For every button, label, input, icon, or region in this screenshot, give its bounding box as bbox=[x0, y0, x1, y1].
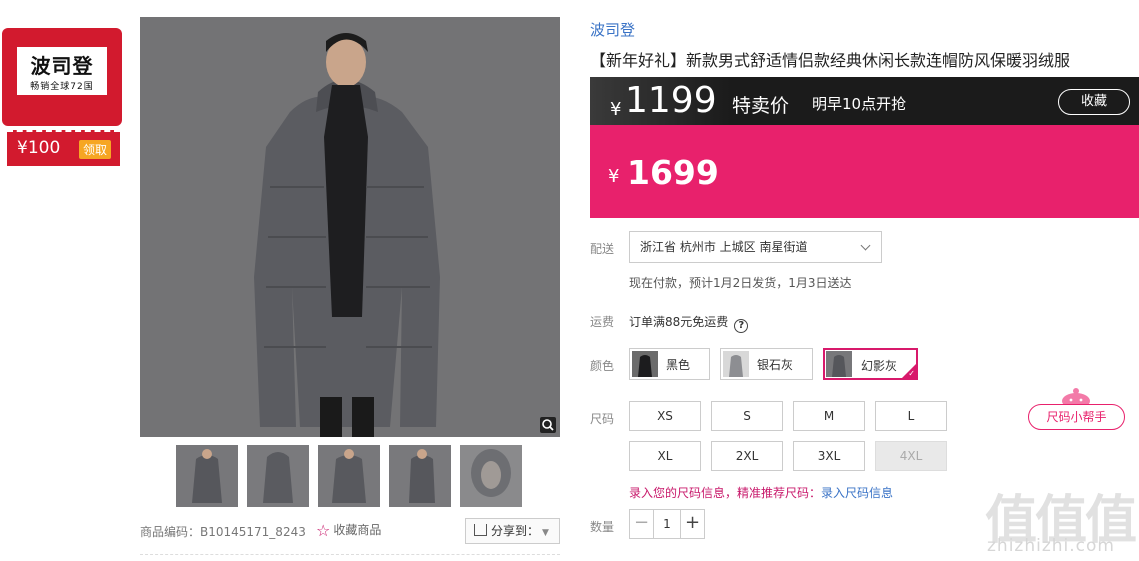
coupon-slogan: 畅销全球72国 bbox=[30, 82, 94, 92]
coupon-header: 波司登 畅销全球72国 bbox=[2, 28, 122, 126]
size-option-l[interactable]: L bbox=[875, 401, 947, 431]
product-title: 【新年好礼】新款男式舒适情侣款经典休闲长款连帽防风保暖羽绒服 bbox=[590, 51, 1071, 70]
chevron-down-icon bbox=[860, 240, 871, 251]
quantity-decrease-button[interactable]: − bbox=[630, 510, 654, 538]
size-option-4xl: 4XL bbox=[875, 441, 947, 471]
watermark: 值值值 zhizhizhi.com bbox=[985, 478, 1137, 558]
delivery-estimate: 现在付款，预计1月2日发货，1月3日送达 bbox=[629, 276, 852, 290]
price-currency: ¥ bbox=[608, 166, 620, 187]
delivery-label: 配送 bbox=[590, 242, 615, 256]
flash-currency: ¥ bbox=[610, 99, 622, 120]
size-hint: 录入您的尺码信息，精准推荐尺码：录入尺码信息 bbox=[629, 484, 893, 501]
size-option-xs[interactable]: XS bbox=[629, 401, 701, 431]
coupon-body: ¥100 领取 bbox=[7, 130, 120, 166]
quantity-label: 数量 bbox=[590, 520, 615, 534]
color-name: 黑色 bbox=[666, 358, 691, 372]
flash-price-label: 特卖价 bbox=[732, 95, 790, 117]
zoom-icon[interactable] bbox=[540, 417, 556, 433]
help-icon[interactable]: ? bbox=[734, 319, 749, 333]
freight-note: 订单满88元免运费 bbox=[629, 315, 729, 329]
size-helper-button[interactable]: 尺码小帮手 bbox=[1028, 404, 1125, 430]
color-name: 幻影灰 bbox=[861, 359, 898, 373]
main-product-image[interactable] bbox=[140, 17, 560, 437]
thumbnail-2[interactable] bbox=[247, 445, 309, 507]
claim-coupon-button[interactable]: 领取 bbox=[79, 140, 112, 159]
delivery-address: 浙江省 杭州市 上城区 南星街道 bbox=[640, 240, 808, 254]
product-photo bbox=[140, 17, 560, 437]
divider bbox=[140, 554, 560, 555]
color-name: 银石灰 bbox=[757, 358, 794, 372]
share-button[interactable]: 分享到： ▼ bbox=[465, 518, 560, 544]
coupon-brand-name: 波司登 bbox=[30, 54, 94, 78]
flash-start-time: 明早10点开抢 bbox=[812, 95, 907, 113]
size-option-2xl[interactable]: 2XL bbox=[711, 441, 783, 471]
size-option-m[interactable]: M bbox=[793, 401, 865, 431]
size-label: 尺码 bbox=[590, 412, 615, 426]
brand-link[interactable]: 波司登 bbox=[590, 19, 635, 40]
size-option-s[interactable]: S bbox=[711, 401, 783, 431]
freight-label: 运费 bbox=[590, 315, 615, 329]
size-option-xl[interactable]: XL bbox=[629, 441, 701, 471]
brand-coupon[interactable]: 波司登 畅销全球72国 ¥100 领取 bbox=[2, 28, 122, 168]
price-panel: ¥ 1699 bbox=[590, 125, 1139, 218]
brand-logo: 波司登 畅销全球72国 bbox=[17, 47, 107, 95]
share-icon bbox=[474, 524, 487, 536]
watermark-site: zhizhizhi.com bbox=[987, 536, 1115, 556]
flash-sale-bar: ¥ 1199 特卖价 明早10点开抢 收藏 bbox=[590, 77, 1139, 125]
quantity-stepper: − 1 + bbox=[629, 509, 705, 539]
color-swatch bbox=[826, 351, 852, 377]
favorite-button[interactable]: 收藏 bbox=[1058, 89, 1130, 115]
coupon-amount: ¥100 bbox=[17, 138, 61, 158]
chevron-down-icon: ▼ bbox=[542, 528, 549, 538]
product-meta-row: 商品编码：B10145171_8243 ☆ 收藏商品 分享到： ▼ bbox=[140, 518, 560, 544]
share-label: 分享到： bbox=[491, 524, 540, 538]
delivery-address-select[interactable]: 浙江省 杭州市 上城区 南星街道 bbox=[629, 231, 882, 263]
color-option-phantom-gray[interactable]: 幻影灰 ✓ bbox=[823, 348, 918, 380]
thumbnail-3[interactable] bbox=[318, 445, 380, 507]
color-option-silver-gray[interactable]: 银石灰 bbox=[720, 348, 813, 380]
sku-code: 商品编码：B10145171_8243 bbox=[140, 525, 306, 539]
enter-size-link[interactable]: 录入尺码信息 bbox=[821, 486, 893, 500]
color-label: 颜色 bbox=[590, 359, 615, 373]
color-swatch bbox=[632, 351, 658, 377]
thumbnail-1[interactable] bbox=[176, 445, 238, 507]
current-price: 1699 bbox=[627, 153, 719, 192]
check-icon: ✓ bbox=[908, 369, 915, 378]
flash-price: 1199 bbox=[625, 80, 717, 121]
freight-info: 订单满88元免运费? bbox=[629, 313, 749, 333]
color-option-black[interactable]: 黑色 bbox=[629, 348, 710, 380]
size-hint-text: 录入您的尺码信息，精准推荐尺码： bbox=[629, 486, 822, 500]
color-swatch bbox=[723, 351, 749, 377]
thumbnail-4[interactable] bbox=[389, 445, 451, 507]
thumbnail-5[interactable] bbox=[460, 445, 522, 507]
favorite-product-link[interactable]: ☆ 收藏商品 bbox=[316, 521, 381, 540]
quantity-input[interactable]: 1 bbox=[654, 510, 680, 538]
quantity-increase-button[interactable]: + bbox=[680, 510, 704, 538]
size-option-3xl[interactable]: 3XL bbox=[793, 441, 865, 471]
star-icon: ☆ bbox=[316, 521, 331, 540]
favorite-label: 收藏商品 bbox=[333, 523, 382, 537]
